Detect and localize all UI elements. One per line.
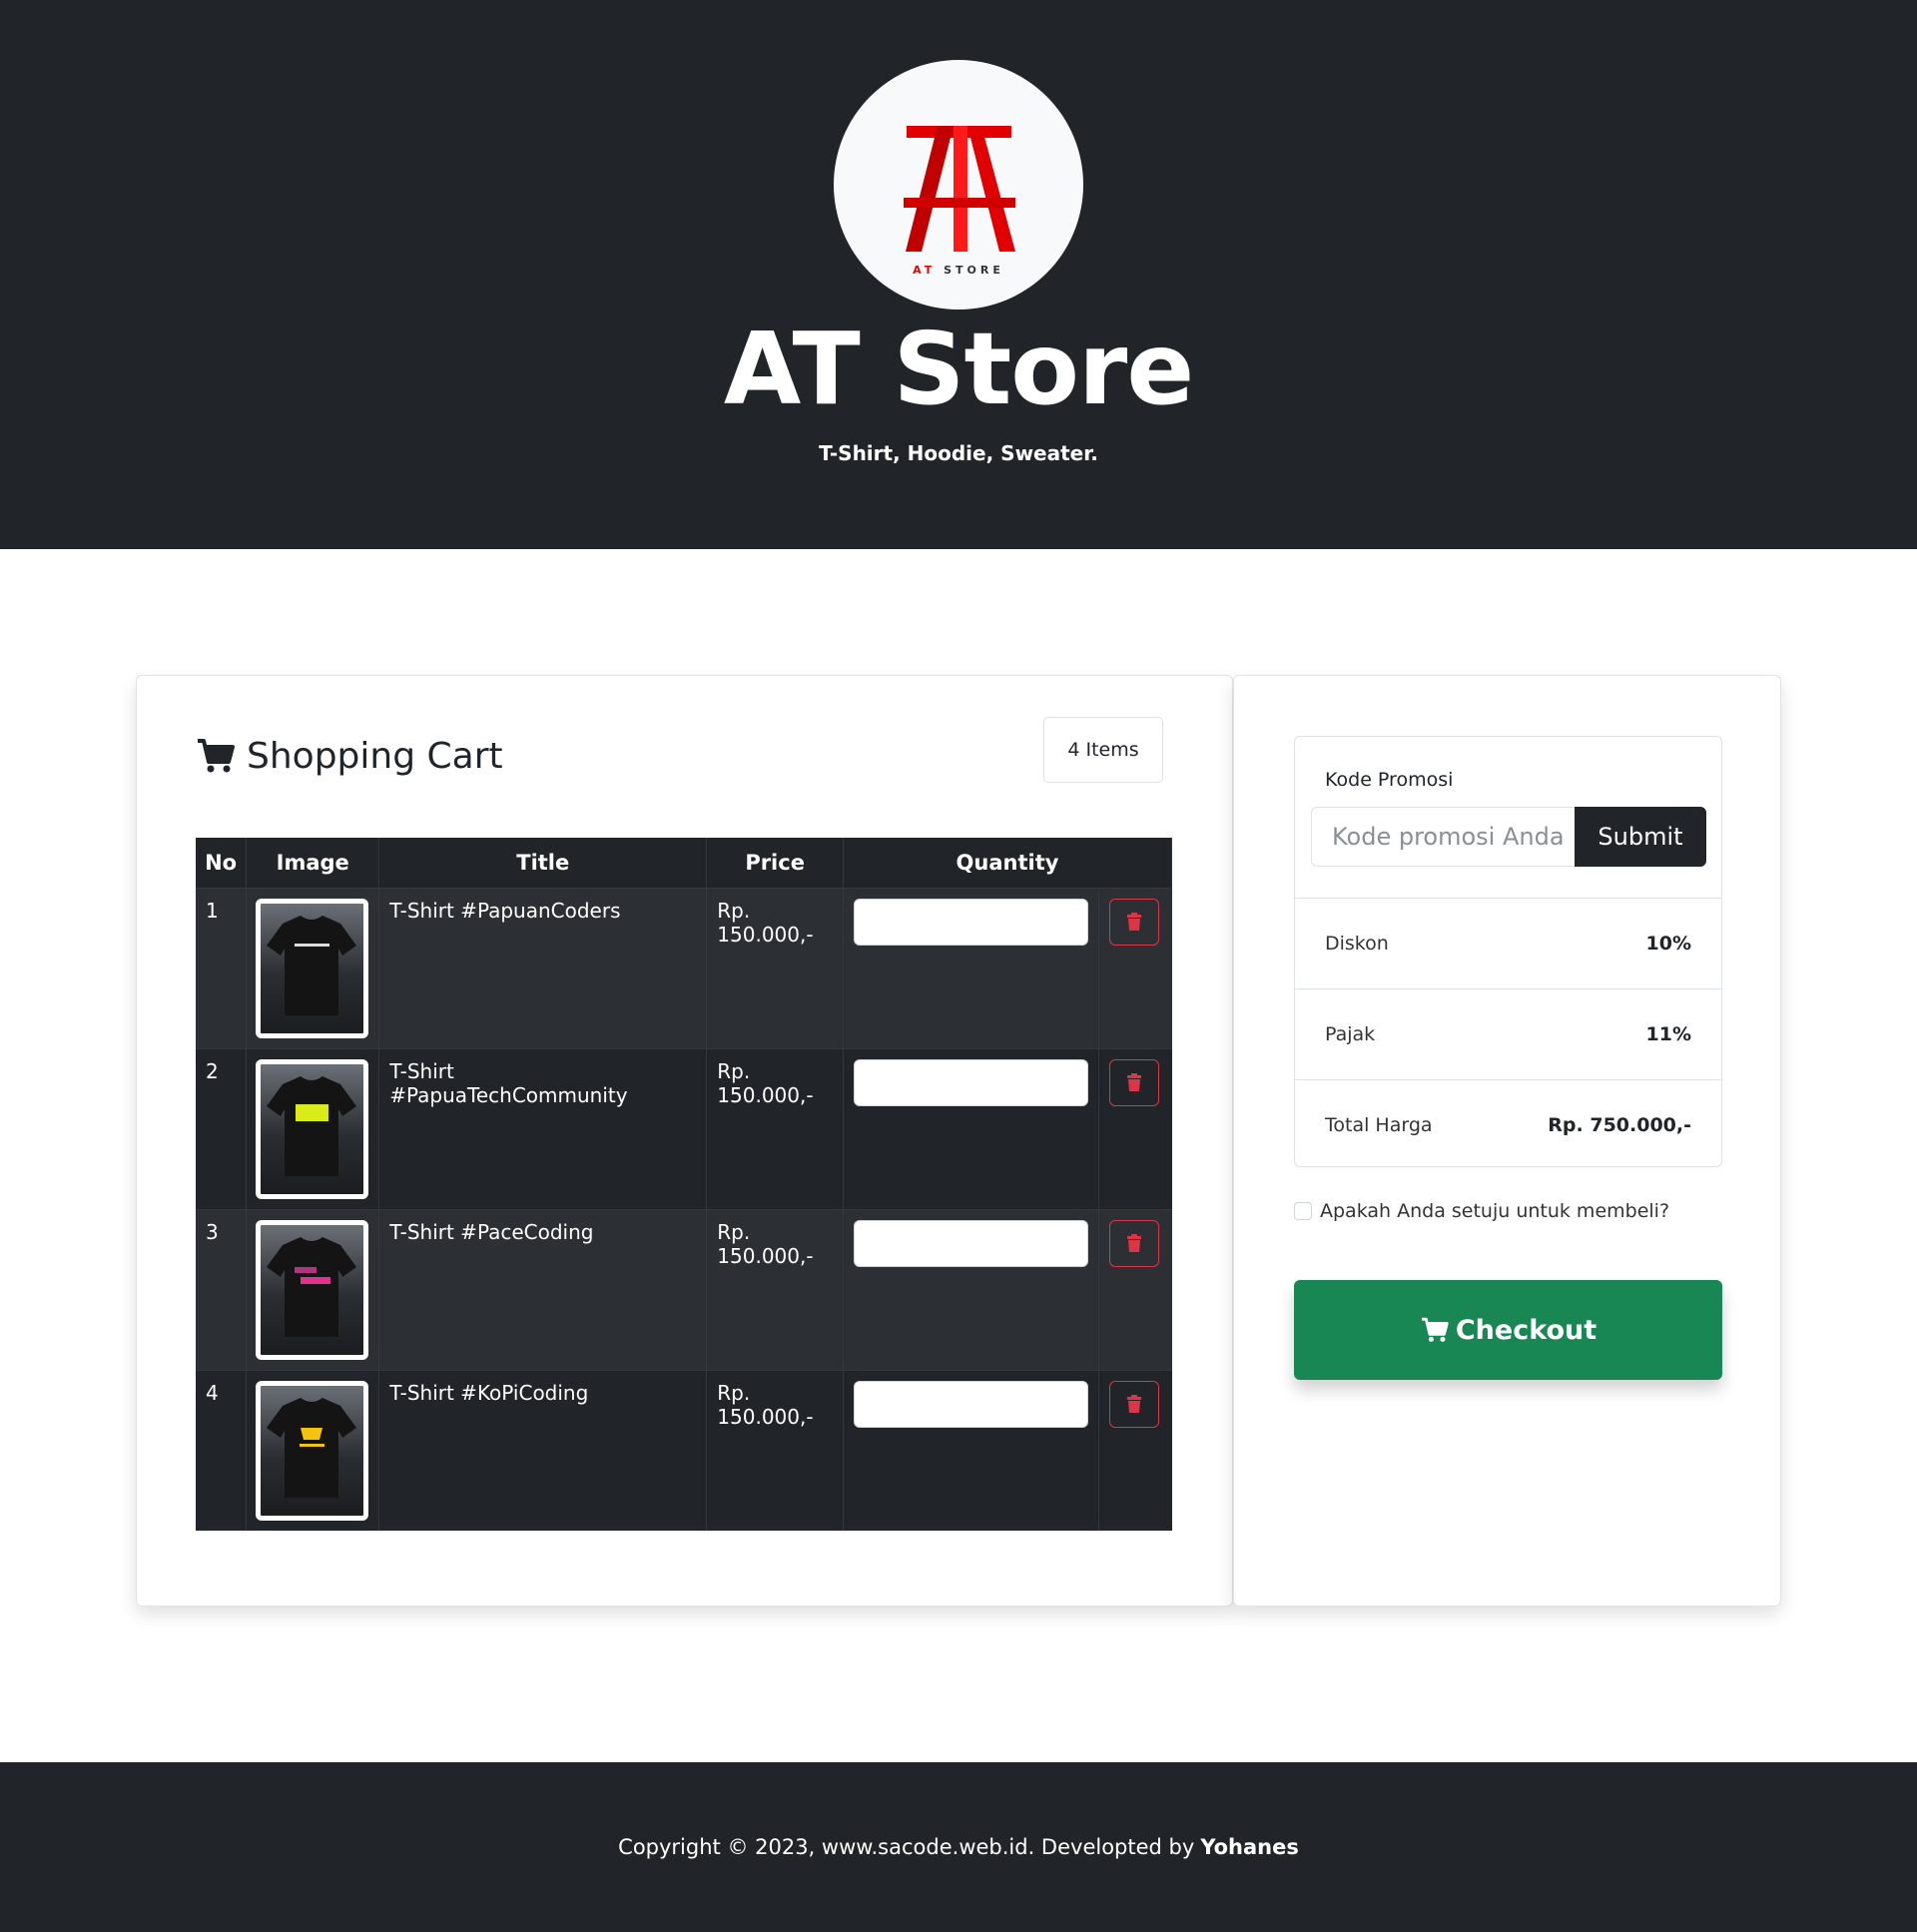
total-value: Rp. 750.000,- <box>1548 1114 1691 1136</box>
total-row: Total Harga Rp. 750.000,- <box>1295 1079 1721 1170</box>
trash-icon <box>1127 1234 1141 1252</box>
product-image-cell <box>246 1208 380 1370</box>
product-thumbnail[interactable] <box>256 1219 369 1360</box>
promo-summary-box: Kode Promosi Kode promosi Anda Submit Di… <box>1294 736 1722 1167</box>
product-price: Rp. 150.000,- <box>706 1369 844 1531</box>
row-number: 2 <box>196 1047 248 1209</box>
checkout-button[interactable]: Checkout <box>1294 1280 1722 1380</box>
product-price: Rp. 150.000,- <box>706 887 844 1048</box>
items-count-badge: 4 Items <box>1043 717 1163 783</box>
trash-icon <box>1127 1073 1141 1091</box>
checkout-label: Checkout <box>1455 1314 1598 1346</box>
delete-item-button[interactable] <box>1109 1058 1159 1106</box>
product-price: Rp. 150.000,- <box>706 1047 844 1209</box>
quantity-input[interactable] <box>854 898 1088 946</box>
row-number: 3 <box>196 1208 248 1370</box>
cart-table: No Image Title Price Quantity 1 T-Shirt … <box>196 838 1172 1531</box>
store-logo: AT STORE <box>834 60 1083 310</box>
delete-item-button[interactable] <box>1109 1219 1159 1267</box>
product-title: T-Shirt #KoPiCoding <box>378 1369 708 1531</box>
copyright-text: Copyright © 2023, www.sacode.web.id. Dev… <box>618 1835 1195 1859</box>
tax-value: 11% <box>1645 1023 1691 1045</box>
row-number: 4 <box>196 1369 248 1531</box>
author-name: Yohanes <box>1200 1835 1299 1859</box>
delete-item-button[interactable] <box>1109 1380 1159 1428</box>
product-image-cell <box>246 887 380 1048</box>
agree-checkbox-row[interactable]: Apakah Anda setuju untuk membeli? <box>1294 1200 1669 1222</box>
tshirt-image <box>267 915 357 1015</box>
product-thumbnail[interactable] <box>256 898 369 1038</box>
quantity-cell <box>843 1369 1099 1531</box>
column-header-title: Title <box>378 838 708 888</box>
table-row: 1 T-Shirt #PapuanCoders Rp. 150.000,- <box>196 887 1172 1048</box>
cart-icon <box>198 739 235 773</box>
delete-cell <box>1098 1369 1172 1531</box>
logo-subtext: AT STORE <box>913 264 1004 277</box>
promo-submit-button[interactable]: Submit <box>1575 807 1706 867</box>
table-row: 2 T-Shirt #PapuaTechCommunity Rp. 150.000… <box>196 1047 1172 1209</box>
tax-row: Pajak 11% <box>1295 988 1721 1079</box>
promo-code-input[interactable]: Kode promosi Anda <box>1311 807 1575 867</box>
product-image-cell <box>246 1047 380 1209</box>
promo-code-label: Kode Promosi <box>1325 769 1454 791</box>
quantity-input[interactable] <box>854 1219 1088 1267</box>
product-title: T-Shirt #PapuaTechCommunity <box>378 1047 708 1209</box>
agree-checkbox[interactable] <box>1294 1202 1312 1220</box>
tax-label: Pajak <box>1325 1023 1376 1045</box>
tshirt-image <box>267 1075 357 1176</box>
delete-cell <box>1098 1208 1172 1370</box>
trash-icon <box>1127 1395 1141 1413</box>
order-summary-card: Kode Promosi Kode promosi Anda Submit Di… <box>1233 675 1781 1607</box>
hero-header: AT STORE AT Store T-Shirt, Hoodie, Sweat… <box>0 0 1917 549</box>
table-row: 4 T-Shirt #KoPiCoding Rp. 150.000,- <box>196 1369 1172 1531</box>
product-thumbnail[interactable] <box>256 1380 369 1521</box>
total-label: Total Harga <box>1325 1114 1433 1136</box>
discount-value: 10% <box>1645 933 1691 955</box>
agree-label: Apakah Anda setuju untuk membeli? <box>1320 1200 1670 1222</box>
cart-icon <box>1421 1317 1449 1342</box>
product-image-cell <box>246 1369 380 1531</box>
column-header-quantity: Quantity <box>843 838 1172 888</box>
quantity-cell <box>843 1047 1099 1209</box>
discount-row: Diskon 10% <box>1295 898 1721 988</box>
quantity-cell <box>843 1208 1099 1370</box>
discount-label: Diskon <box>1325 933 1389 955</box>
column-header-price: Price <box>706 838 844 888</box>
cart-title: Shopping Cart <box>247 735 503 777</box>
delete-cell <box>1098 1047 1172 1209</box>
product-thumbnail[interactable] <box>256 1058 369 1199</box>
column-header-image: Image <box>246 838 380 888</box>
delete-item-button[interactable] <box>1109 898 1159 946</box>
column-header-no: No <box>196 838 248 888</box>
quantity-input[interactable] <box>854 1380 1088 1428</box>
table-header-row: No Image Title Price Quantity <box>196 838 1172 888</box>
quantity-input[interactable] <box>854 1058 1088 1106</box>
delete-cell <box>1098 887 1172 1048</box>
quantity-cell <box>843 887 1099 1048</box>
store-title: AT Store <box>723 311 1194 427</box>
table-row: 3 T-Shirt #PaceCoding Rp. 150.000,- <box>196 1208 1172 1370</box>
trash-icon <box>1127 913 1141 931</box>
store-tagline: T-Shirt, Hoodie, Sweater. <box>819 441 1098 465</box>
page-footer: Copyright © 2023, www.sacode.web.id. Dev… <box>0 1762 1917 1932</box>
cart-heading: Shopping Cart <box>197 734 503 778</box>
product-title: T-Shirt #PaceCoding <box>378 1208 708 1370</box>
product-price: Rp. 150.000,- <box>706 1208 844 1370</box>
shopping-cart-card: Shopping Cart 4 Items No Image Title Pri… <box>136 675 1233 1607</box>
tshirt-image <box>267 1397 357 1498</box>
tshirt-image <box>267 1236 357 1337</box>
row-number: 1 <box>196 887 248 1048</box>
product-title: T-Shirt #PapuanCoders <box>378 887 708 1048</box>
